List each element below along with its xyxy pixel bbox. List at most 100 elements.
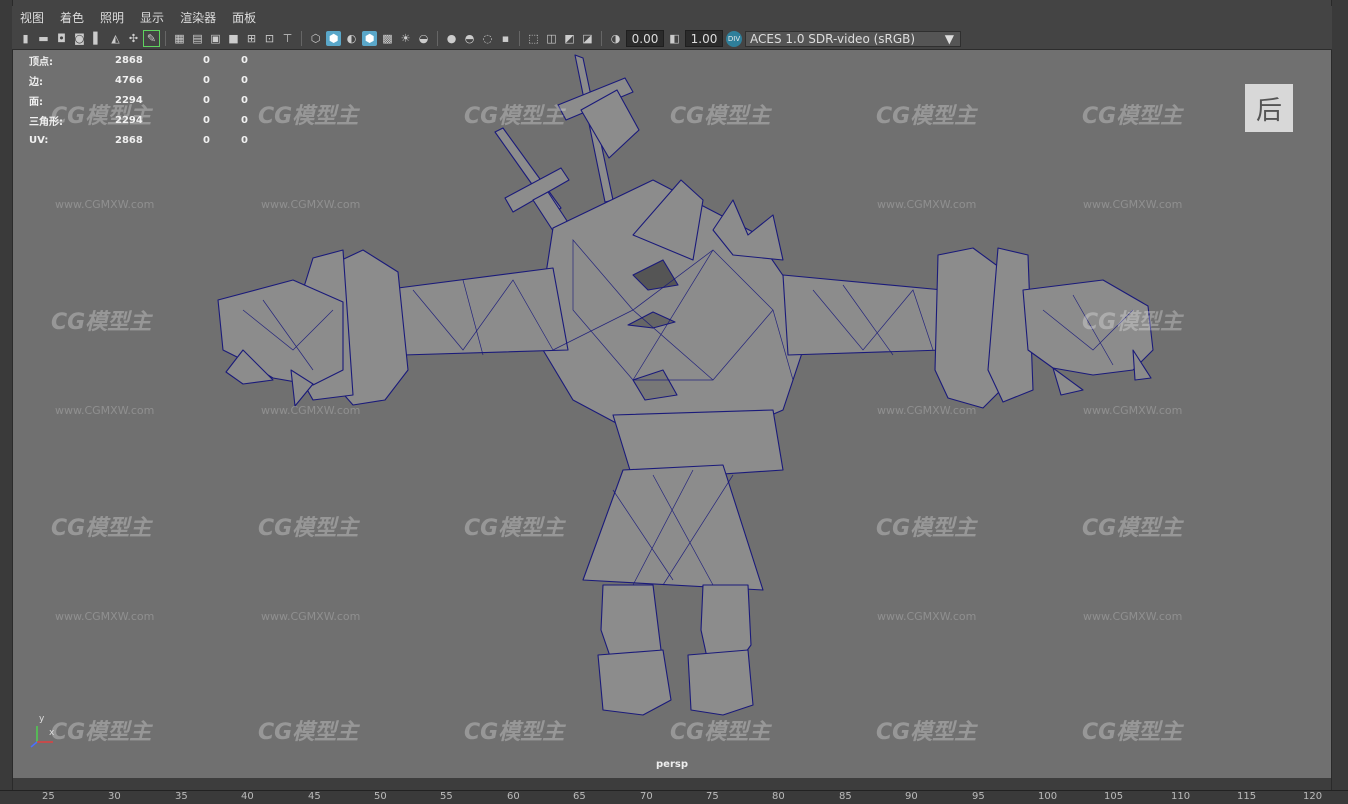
safe-title-icon[interactable]: ⊤	[280, 31, 295, 46]
watermark-logo: CG模型主	[258, 516, 359, 541]
viewport-bottom-bar	[13, 778, 1331, 790]
separator	[601, 31, 602, 46]
viewport-toolbar: ▮ ▬ ◘ ◙ ▌ ◭ ✣ ✎ ▦ ▤ ▣ ■ ⊞ ⊡ ⊤ ⬡ ⬢ ◐ ⬢ ▩ …	[12, 28, 1332, 50]
watermark-url: www.CGMXW.com	[1083, 404, 1183, 417]
ruler-tick: 110	[1171, 791, 1191, 802]
xray-joints-icon[interactable]: ◪	[580, 31, 595, 46]
ruler-tick: 100	[1038, 791, 1058, 802]
watermark-logo: CG模型主	[464, 720, 565, 745]
watermark-url: www.CGMXW.com	[877, 198, 977, 211]
camera-attributes-icon[interactable]: ◙	[72, 31, 87, 46]
use-all-lights-icon[interactable]: ☀	[398, 31, 413, 46]
menu-shading[interactable]: 着色	[52, 9, 92, 26]
watermark-url: www.CGMXW.com	[1083, 198, 1183, 211]
hud-row-edges: 边: 4766 0 0	[29, 74, 248, 88]
ruler-tick: 35	[175, 791, 188, 802]
exposure-field[interactable]: 0.00	[626, 30, 664, 47]
select-camera-icon[interactable]: ▮	[18, 31, 33, 46]
ruler-tick: 90	[905, 791, 918, 802]
menu-panels[interactable]: 面板	[224, 9, 264, 26]
screen-space-ao-icon[interactable]: ●	[444, 31, 459, 46]
grease-pencil-icon[interactable]: ✎	[143, 30, 160, 47]
film-gate-icon[interactable]: ▤	[190, 31, 205, 46]
watermark-url: www.CGMXW.com	[1083, 610, 1183, 623]
gamma-icon[interactable]: ◧	[667, 31, 682, 46]
shadows-icon[interactable]: ◒	[416, 31, 431, 46]
watermark-logo: CG模型主	[51, 310, 152, 335]
3d-viewport[interactable]: CG模型主 CG模型主 CG模型主 CG模型主 CG模型主 CG模型主 www.…	[13, 50, 1331, 778]
camera-lock-icon[interactable]: ◘	[54, 31, 69, 46]
watermark-url: www.CGMXW.com	[55, 198, 155, 211]
ruler-tick: 25	[42, 791, 55, 802]
menu-renderer[interactable]: 渲染器	[172, 9, 224, 26]
ruler-tick: 45	[308, 791, 321, 802]
watermark-url: www.CGMXW.com	[55, 404, 155, 417]
separator	[301, 31, 302, 46]
right-frame	[1331, 0, 1348, 790]
hud-row-uvs: UV: 2868 0 0	[29, 134, 248, 146]
gate-mask-icon[interactable]: ■	[226, 31, 241, 46]
exposure-icon[interactable]: ◑	[608, 31, 623, 46]
watermark-url: www.CGMXW.com	[261, 404, 361, 417]
default-material-icon[interactable]: ◐	[344, 31, 359, 46]
ruler-tick: 120	[1303, 791, 1323, 802]
watermark-logo: CG模型主	[670, 104, 771, 129]
wireframe-icon[interactable]: ⬡	[308, 31, 323, 46]
depth-of-field-icon[interactable]: ▪	[498, 31, 513, 46]
image-plane-icon[interactable]: ◭	[108, 31, 123, 46]
separator	[437, 31, 438, 46]
watermark-logo: CG模型主	[464, 104, 565, 129]
ruler-tick: 30	[108, 791, 121, 802]
menu-lighting[interactable]: 照明	[92, 9, 132, 26]
axis-gizmo: y x	[27, 714, 57, 754]
watermark-logo: CG模型主	[876, 516, 977, 541]
2d-pan-zoom-icon[interactable]: ✣	[126, 31, 141, 46]
watermark-logo: CG模型主	[670, 720, 771, 745]
watermark-logo: CG模型主	[1082, 104, 1183, 129]
chevron-down-icon: ▼	[944, 31, 954, 46]
motion-blur-icon[interactable]: ◓	[462, 31, 477, 46]
textured-icon[interactable]: ▩	[380, 31, 395, 46]
separator	[165, 31, 166, 46]
color-management-icon[interactable]: DIV	[726, 30, 742, 47]
watermark-url: www.CGMXW.com	[55, 610, 155, 623]
watermark-logo: CG模型主	[876, 104, 977, 129]
wireframe-on-shaded-icon[interactable]: ⬢	[362, 31, 377, 46]
bookmark-icon[interactable]: ▌	[90, 31, 105, 46]
view-transform-label: ACES 1.0 SDR-video (sRGB)	[750, 31, 916, 46]
hud-row-triangles: 三角形: 2294 0 0	[29, 114, 248, 128]
ruler-tick: 85	[839, 791, 852, 802]
watermark-logo: CG模型主	[51, 720, 152, 745]
smooth-shade-icon[interactable]: ⬢	[326, 31, 341, 46]
grid-icon[interactable]: ▦	[172, 31, 187, 46]
xray-active-components-icon[interactable]: ◩	[562, 31, 577, 46]
multisample-aa-icon[interactable]: ◌	[480, 31, 495, 46]
ruler-tick: 70	[640, 791, 653, 802]
isolate-select-icon[interactable]: ⬚	[526, 31, 541, 46]
ruler-tick: 95	[972, 791, 985, 802]
menu-view[interactable]: 视图	[12, 9, 52, 26]
viewport-menu-bar: 视图 着色 照明 显示 渲染器 面板	[12, 6, 1332, 28]
watermark-logo: CG模型主	[464, 516, 565, 541]
camera-name-label: persp	[656, 759, 688, 770]
watermark-logo: CG模型主	[876, 720, 977, 745]
menu-show[interactable]: 显示	[132, 9, 172, 26]
watermark-url: www.CGMXW.com	[877, 610, 977, 623]
ruler-tick: 65	[573, 791, 586, 802]
field-chart-icon[interactable]: ⊞	[244, 31, 259, 46]
resolution-gate-icon[interactable]: ▣	[208, 31, 223, 46]
camera-icon[interactable]: ▬	[36, 31, 51, 46]
ruler-tick: 50	[374, 791, 387, 802]
gamma-field[interactable]: 1.00	[685, 30, 723, 47]
safe-action-icon[interactable]: ⊡	[262, 31, 277, 46]
time-slider-ruler[interactable]: 25 30 35 40 45 50 55 60 65 70 75 80 85 9…	[0, 790, 1348, 804]
xray-icon[interactable]: ◫	[544, 31, 559, 46]
watermark-url: www.CGMXW.com	[877, 404, 977, 417]
axis-y-label: y	[39, 714, 45, 724]
ruler-tick: 75	[706, 791, 719, 802]
ruler-tick: 60	[507, 791, 520, 802]
ruler-tick: 80	[772, 791, 785, 802]
watermark-logo: CG模型主	[1082, 516, 1183, 541]
view-transform-dropdown[interactable]: ACES 1.0 SDR-video (sRGB) ▼	[745, 30, 961, 47]
watermark-logo: CG模型主	[1082, 720, 1183, 745]
